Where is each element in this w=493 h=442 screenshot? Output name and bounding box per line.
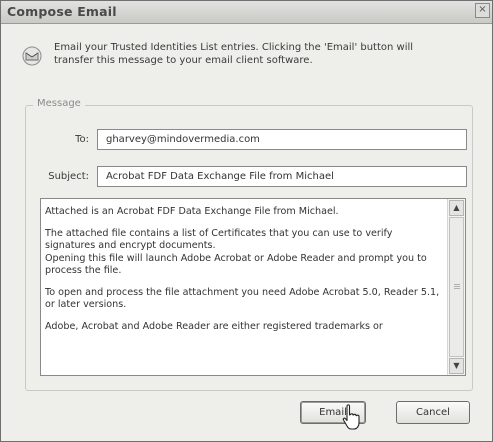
vertical-scrollbar[interactable]: ▲ ▼	[447, 199, 465, 375]
to-label: To:	[75, 134, 89, 145]
thumb-grip	[454, 288, 460, 289]
body-paragraph: To open and process the file attachment …	[45, 286, 440, 311]
scrollbar-thumb[interactable]	[449, 217, 464, 357]
body-paragraph: Adobe, Acrobat and Adobe Reader are eith…	[45, 320, 383, 332]
email-icon	[22, 46, 42, 66]
cancel-button[interactable]: Cancel	[396, 401, 470, 424]
thumb-grip	[454, 284, 460, 285]
message-body-text: Attached is an Acrobat FDF Data Exchange…	[45, 206, 441, 333]
mouse-pointer-icon	[342, 404, 360, 430]
info-message: Email your Trusted Identities List entri…	[54, 42, 414, 66]
thumb-grip	[454, 286, 460, 287]
to-field[interactable]	[97, 129, 467, 150]
body-paragraph: The attached file contains a list of Cer…	[45, 227, 393, 252]
body-paragraph: Attached is an Acrobat FDF Data Exchange…	[45, 206, 339, 217]
body-paragraph: Opening this file will launch Adobe Acro…	[45, 252, 427, 277]
subject-label: Subject:	[48, 171, 89, 182]
title-bar[interactable]: Compose Email ×	[1, 1, 492, 24]
close-button[interactable]: ×	[475, 3, 490, 18]
dialog-title: Compose Email	[7, 4, 117, 19]
compose-email-dialog: Compose Email × Email your Trusted Ident…	[0, 0, 493, 442]
scroll-up-button[interactable]: ▲	[449, 200, 464, 216]
subject-field[interactable]	[97, 166, 467, 187]
message-group-legend: Message	[33, 98, 85, 109]
message-body-textarea[interactable]: Attached is an Acrobat FDF Data Exchange…	[40, 198, 466, 376]
scroll-down-button[interactable]: ▼	[449, 358, 464, 374]
